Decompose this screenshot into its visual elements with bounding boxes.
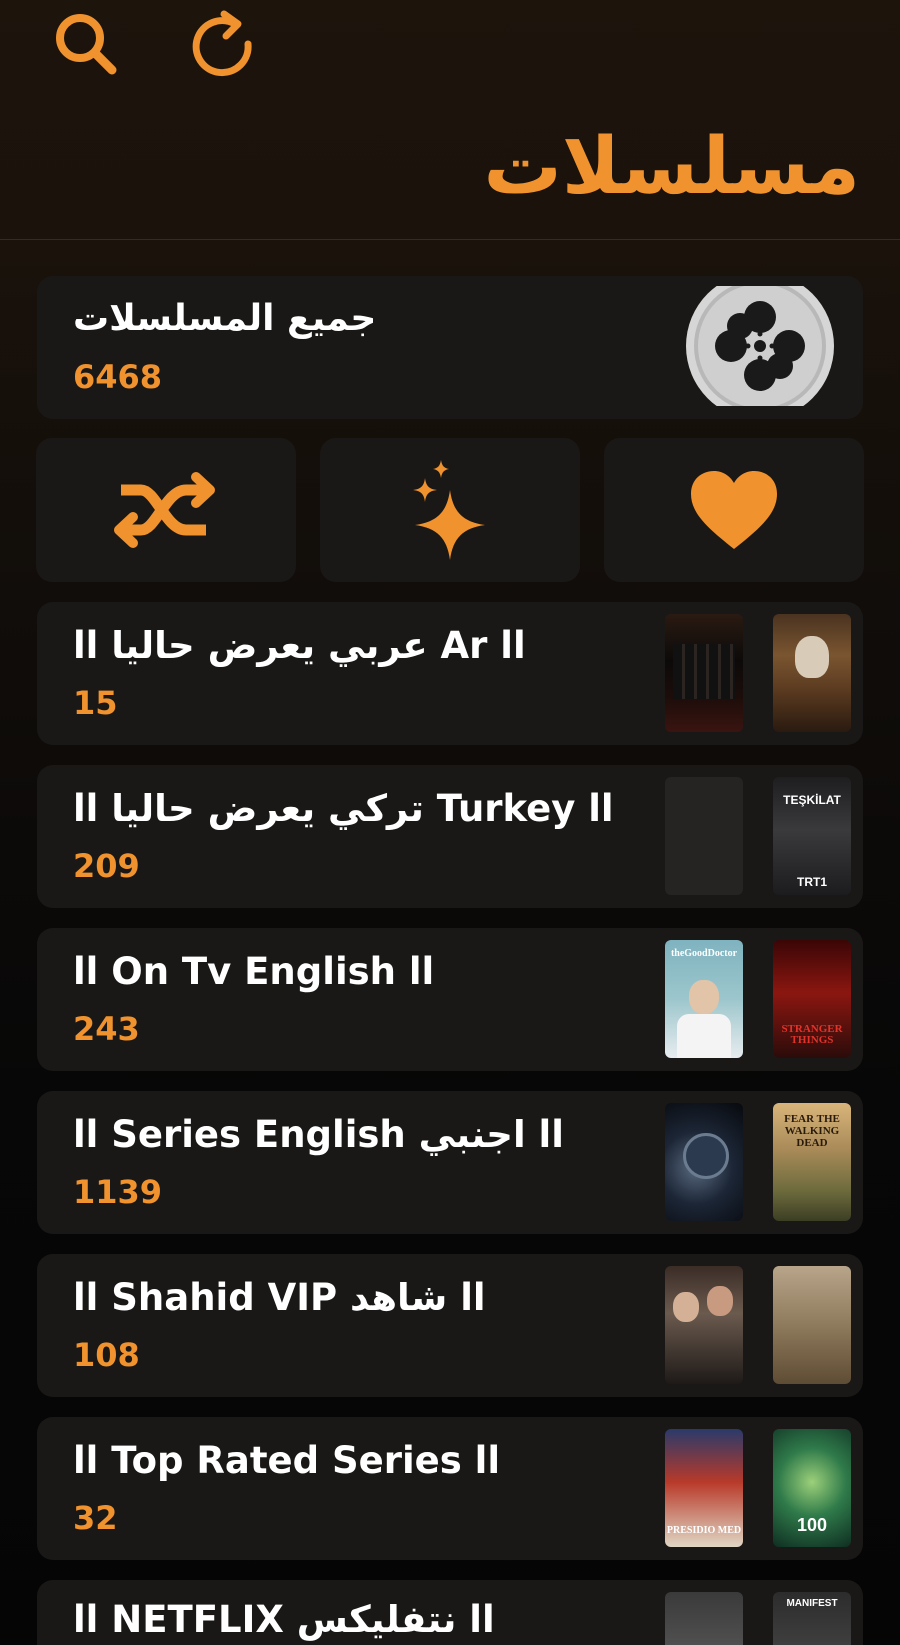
poster-thumbnail: FEAR THE WALKING DEAD [773,1103,851,1221]
category-card[interactable]: ll Series English اجنبي ll 1139 FEAR THE… [37,1091,863,1234]
all-series-label: جميع المسلسلات [73,298,377,339]
category-label: ll NETFLIX نتفليكس ll [73,1598,495,1641]
header: مسلسلات [0,0,900,240]
poster-thumbnail: STRANGER THINGS [773,940,851,1058]
all-series-card[interactable]: جميع المسلسلات 6468 [37,276,863,419]
favorites-button[interactable] [604,438,864,582]
poster-thumbnail: TEŞKİLAT TRT1 [773,777,851,895]
category-card[interactable]: ll On Tv English ll 243 theGoodDoctor ST… [37,928,863,1071]
category-label: ll Top Rated Series ll [73,1439,500,1482]
poster-title: PRESIDIO MED [666,1525,742,1536]
poster-thumbnail: theGoodDoctor [665,940,743,1058]
poster-title: FEAR THE WALKING DEAD [784,1113,840,1149]
poster-caption: TRT1 [797,875,827,889]
category-card[interactable]: ll NETFLIX نتفليكس ll MANIFEST [37,1580,863,1645]
category-label: ll Shahid VIP شاهد ll [73,1276,486,1319]
category-card[interactable]: ll Shahid VIP شاهد ll 108 [37,1254,863,1397]
poster-thumbnail [773,1266,851,1384]
category-card[interactable]: ll Top Rated Series ll 32 PRESIDIO MED 1… [37,1417,863,1560]
heart-icon [691,471,777,549]
poster-placeholder [665,777,743,895]
film-reel-icon [685,286,835,410]
refresh-icon[interactable] [188,8,262,82]
category-count: 209 [73,847,140,885]
poster-thumbnail [665,1592,743,1645]
poster-thumbnail: PRESIDIO MED [665,1429,743,1547]
sparkles-icon [413,460,485,560]
all-series-count: 6468 [73,358,163,396]
poster-thumbnail [665,614,743,732]
new-releases-button[interactable] [320,438,580,582]
shuffle-icon [114,472,215,548]
category-label: ll عربي يعرض حاليا Ar ll [73,624,526,667]
poster-title: TEŞKİLAT [783,793,841,807]
category-label: ll تركي يعرض حاليا Turkey ll [73,787,614,830]
shuffle-button[interactable] [36,438,296,582]
poster-title: MANIFEST [786,1598,838,1609]
category-label: ll Series English اجنبي ll [73,1113,564,1156]
poster-thumbnail [665,1103,743,1221]
category-label: ll On Tv English ll [73,950,435,993]
category-card[interactable]: ll عربي يعرض حاليا Ar ll 15 [37,602,863,745]
category-count: 108 [73,1336,140,1374]
category-count: 32 [73,1499,118,1537]
category-count: 15 [73,684,118,722]
search-icon[interactable] [50,8,124,82]
poster-thumbnail: MANIFEST [773,1592,851,1645]
category-count: 243 [73,1010,140,1048]
category-count: 1139 [73,1173,163,1211]
poster-thumbnail [665,1266,743,1384]
poster-title: theGoodDoctor [670,948,738,959]
poster-thumbnail [773,614,851,732]
poster-title: STRANGER THINGS [781,1023,843,1046]
series-screen: مسلسلات جميع المسلسلات 6468 ll عربي يعرض… [0,0,900,1645]
page-title: مسلسلات [483,122,860,212]
poster-title: 100 [796,1515,828,1535]
category-card[interactable]: ll تركي يعرض حاليا Turkey ll 209 TEŞKİLA… [37,765,863,908]
poster-thumbnail: 100 [773,1429,851,1547]
quick-actions [36,438,864,582]
